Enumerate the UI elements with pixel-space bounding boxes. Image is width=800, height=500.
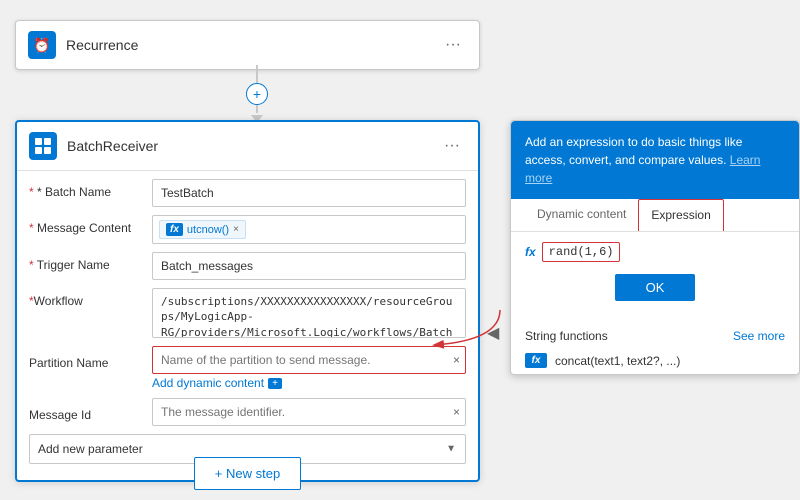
popup-tabs: Dynamic content Expression xyxy=(511,199,799,232)
recurrence-title: Recurrence xyxy=(66,37,439,53)
recurrence-more-button[interactable]: ··· xyxy=(439,34,467,56)
partition-name-input[interactable] xyxy=(152,346,466,374)
add-dynamic-content-label: Add dynamic content xyxy=(152,376,264,390)
recurrence-block: ⏰ Recurrence ··· xyxy=(15,20,480,70)
partition-clear-button[interactable]: × xyxy=(453,353,460,367)
func-name-label: concat(text1, text2?, ...) xyxy=(555,354,680,368)
expression-value-display: rand(1,6) xyxy=(542,242,621,262)
batch-icon xyxy=(29,132,57,160)
trigger-name-input[interactable] xyxy=(152,252,466,280)
message-id-row: Message Id × xyxy=(29,398,466,426)
popup-header: Add an expression to do basic things lik… xyxy=(511,121,799,199)
connector-line-top xyxy=(256,65,258,83)
expression-input-row: fx rand(1,6) xyxy=(525,242,785,262)
step-connector: + xyxy=(246,65,268,123)
batch-more-button[interactable]: ··· xyxy=(438,135,466,157)
expression-popup-panel: Add an expression to do basic things lik… xyxy=(510,120,800,375)
fx-icon: fx xyxy=(525,245,536,259)
message-id-clear-button[interactable]: × xyxy=(453,405,460,419)
batch-title: BatchReceiver xyxy=(67,138,438,154)
ok-button[interactable]: OK xyxy=(615,274,695,301)
recurrence-icon: ⏰ xyxy=(28,31,56,59)
workflow-input[interactable]: /subscriptions/XXXXXXXXXXXXXXXX/resource… xyxy=(152,288,466,338)
dynamic-badge: + xyxy=(268,378,282,389)
new-step-area: + New step xyxy=(15,447,480,500)
message-id-label: Message Id xyxy=(29,402,144,422)
tab-dynamic-content[interactable]: Dynamic content xyxy=(525,199,638,231)
batch-body: * * Batch Name * Message Content fx utcn… xyxy=(17,171,478,480)
message-content-label: * Message Content xyxy=(29,215,144,235)
popup-header-text: Add an expression to do basic things lik… xyxy=(525,135,742,167)
fx-badge: fx xyxy=(166,223,183,236)
string-functions-section: String functions See more xyxy=(511,323,799,347)
func-fx-icon: fx xyxy=(525,353,547,368)
add-dynamic-content-link[interactable]: Add dynamic content + xyxy=(152,376,466,390)
add-step-button[interactable]: + xyxy=(246,83,268,105)
batch-name-row: * * Batch Name xyxy=(29,179,466,207)
partition-input-wrapper: × xyxy=(152,346,466,374)
string-functions-label: String functions xyxy=(525,329,608,343)
trigger-name-row: * Trigger Name xyxy=(29,252,466,280)
message-content-row: * Message Content fx utcnow() × xyxy=(29,215,466,244)
tab-expression[interactable]: Expression xyxy=(638,199,723,231)
token-close-button[interactable]: × xyxy=(233,224,239,235)
panel-arrow-indicator: ◀ xyxy=(487,323,499,343)
batch-name-label: * * Batch Name xyxy=(29,179,144,199)
workflow-row: *Workflow /subscriptions/XXXXXXXXXXXXXXX… xyxy=(29,288,466,338)
utcnow-token[interactable]: fx utcnow() × xyxy=(159,220,246,239)
connector-line-bottom xyxy=(256,105,258,113)
expression-area: fx rand(1,6) OK xyxy=(511,232,799,323)
see-more-link[interactable]: See more xyxy=(733,329,785,343)
concat-function-item[interactable]: fx concat(text1, text2?, ...) xyxy=(511,347,799,374)
partition-name-row: Partition Name × xyxy=(29,346,466,374)
batch-header: BatchReceiver ··· xyxy=(17,122,478,171)
trigger-name-label: * Trigger Name xyxy=(29,252,144,272)
batch-receiver-block: BatchReceiver ··· * * Batch Name * Messa… xyxy=(15,120,480,482)
partition-name-label: Partition Name xyxy=(29,350,144,370)
message-id-input[interactable] xyxy=(152,398,466,426)
batch-name-input[interactable] xyxy=(152,179,466,207)
workflow-label: *Workflow xyxy=(29,288,144,308)
message-content-token-container[interactable]: fx utcnow() × xyxy=(152,215,466,244)
token-value: utcnow() xyxy=(187,224,229,236)
message-id-input-wrapper: × xyxy=(152,398,466,426)
new-step-button[interactable]: + New step xyxy=(194,457,301,490)
